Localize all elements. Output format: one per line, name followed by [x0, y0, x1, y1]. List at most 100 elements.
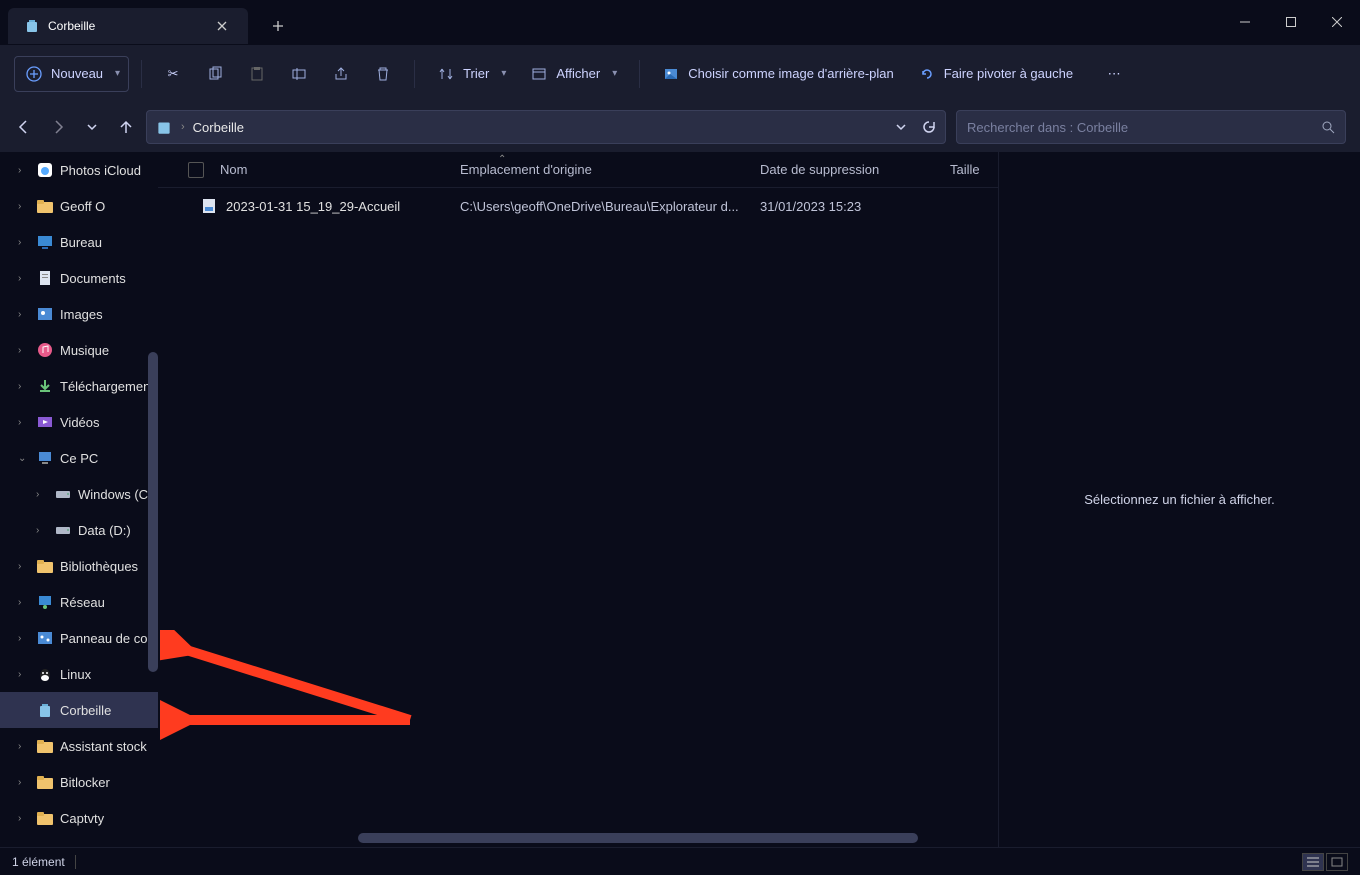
chevron-down-icon[interactable]: [895, 121, 907, 133]
expand-icon[interactable]: ›: [18, 669, 30, 680]
maximize-button[interactable]: [1268, 6, 1314, 38]
sidebar-item-captvty[interactable]: ›Captvty: [0, 800, 158, 836]
network-icon: [36, 593, 54, 611]
up-button[interactable]: [116, 117, 136, 137]
sidebar-scrollbar[interactable]: [148, 352, 158, 672]
expand-icon[interactable]: ›: [18, 237, 30, 248]
expand-icon[interactable]: ›: [18, 345, 30, 356]
cut-button[interactable]: ✂: [154, 56, 192, 92]
sidebar-item-geoff-o[interactable]: ›Geoff O: [0, 188, 158, 224]
sidebar-item-photos-icloud[interactable]: › Photos iCloud: [0, 152, 158, 188]
address-bar[interactable]: › Corbeille: [146, 110, 946, 144]
recent-button[interactable]: [82, 117, 102, 137]
column-name[interactable]: Nom ⌃: [158, 162, 448, 178]
search-bar[interactable]: [956, 110, 1346, 144]
sidebar-item-r-seau[interactable]: ›Réseau: [0, 584, 158, 620]
sidebar-item-bureau[interactable]: ›Bureau: [0, 224, 158, 260]
doc-icon: [36, 269, 54, 287]
file-icon: [200, 197, 218, 215]
expand-icon[interactable]: ›: [18, 381, 30, 392]
trash-icon: [374, 65, 392, 83]
file-list: Nom ⌃ Emplacement d'origine Date de supp…: [158, 152, 998, 847]
column-name-label: Nom: [220, 162, 247, 177]
breadcrumb-separator: ›: [181, 121, 185, 133]
expand-icon[interactable]: ›: [18, 561, 30, 572]
expand-icon[interactable]: ›: [18, 201, 30, 212]
expand-icon[interactable]: ›: [18, 633, 30, 644]
sidebar-item-corbeille[interactable]: Corbeille: [0, 692, 158, 728]
sidebar-item-t-l-chargemen[interactable]: ›Téléchargemen: [0, 368, 158, 404]
music-icon: [36, 341, 54, 359]
sidebar-item-windows-c-[interactable]: › Windows (C:): [0, 476, 158, 512]
copy-button[interactable]: [196, 56, 234, 92]
expand-icon[interactable]: ›: [18, 417, 30, 428]
search-icon: [1321, 120, 1335, 134]
sidebar-item-panneau-de-co[interactable]: ›Panneau de co: [0, 620, 158, 656]
new-tab-button[interactable]: [260, 8, 296, 44]
sidebar-item-label: Photos iCloud: [60, 163, 141, 178]
sidebar-item-assistant-stock[interactable]: ›Assistant stock: [0, 728, 158, 764]
column-origin[interactable]: Emplacement d'origine: [448, 162, 748, 177]
more-button[interactable]: ⋯: [1095, 56, 1133, 92]
sidebar-item-bitlocker[interactable]: ›Bitlocker: [0, 764, 158, 800]
expand-icon[interactable]: ›: [18, 777, 30, 788]
preview-empty-text: Sélectionnez un fichier à afficher.: [1084, 492, 1275, 507]
set-background-button[interactable]: Choisir comme image d'arrière-plan: [652, 56, 904, 92]
sidebar-item-ce-pc[interactable]: ⌄ Ce PC: [0, 440, 158, 476]
rename-button[interactable]: [280, 56, 318, 92]
forward-button[interactable]: [48, 117, 68, 137]
sidebar-item-data-d-[interactable]: › Data (D:): [0, 512, 158, 548]
view-button[interactable]: Afficher ▾: [520, 56, 627, 92]
expand-icon[interactable]: ›: [36, 525, 48, 536]
column-date[interactable]: Date de suppression: [748, 162, 938, 177]
titlebar: Corbeille: [0, 0, 1360, 44]
file-row[interactable]: 2023-01-31 15_19_29-AccueilC:\Users\geof…: [158, 188, 998, 224]
sidebar-item-documents[interactable]: ›Documents: [0, 260, 158, 296]
new-button[interactable]: Nouveau ▾: [14, 56, 129, 92]
sidebar-item-label: Ce PC: [60, 451, 98, 466]
horizontal-scrollbar[interactable]: [358, 833, 918, 843]
download-icon: [36, 377, 54, 395]
bin-icon: [36, 701, 54, 719]
refresh-icon[interactable]: [921, 119, 937, 135]
sidebar-item-label: Windows (C:): [78, 487, 156, 502]
sidebar: ›Photos iCloud›Geoff O›Bureau›Documents›…: [0, 152, 158, 847]
column-size[interactable]: Taille: [938, 162, 998, 177]
sidebar-item-images[interactable]: ›Images: [0, 296, 158, 332]
sidebar-item-label: Data (D:): [78, 523, 131, 538]
sidebar-item-linux[interactable]: ›Linux: [0, 656, 158, 692]
linux-icon: [36, 665, 54, 683]
select-all-checkbox[interactable]: [188, 162, 204, 178]
sidebar-item-musique[interactable]: ›Musique: [0, 332, 158, 368]
sidebar-item-biblioth-ques[interactable]: ›Bibliothèques: [0, 548, 158, 584]
expand-icon[interactable]: ›: [18, 309, 30, 320]
back-button[interactable]: [14, 117, 34, 137]
paste-button[interactable]: [238, 56, 276, 92]
sort-button[interactable]: Trier ▾: [427, 56, 516, 92]
sidebar-item-label: Vidéos: [60, 415, 100, 430]
icloud-icon: [36, 161, 54, 179]
tiles-view-button[interactable]: [1326, 853, 1348, 871]
details-view-button[interactable]: [1302, 853, 1324, 871]
expand-icon[interactable]: ⌄: [18, 453, 30, 464]
expand-icon[interactable]: ›: [36, 489, 48, 500]
expand-icon[interactable]: ›: [18, 273, 30, 284]
tab-close-button[interactable]: [208, 12, 236, 40]
share-button[interactable]: [322, 56, 360, 92]
tab-corbeille[interactable]: Corbeille: [8, 8, 248, 44]
delete-button[interactable]: [364, 56, 402, 92]
expand-icon[interactable]: ›: [18, 741, 30, 752]
rotate-left-button[interactable]: Faire pivoter à gauche: [908, 56, 1083, 92]
breadcrumb-current[interactable]: Corbeille: [193, 120, 887, 135]
folder-icon: [36, 557, 54, 575]
arrow-left-icon: [16, 119, 32, 135]
minimize-button[interactable]: [1222, 6, 1268, 38]
close-window-button[interactable]: [1314, 6, 1360, 38]
file-name: 2023-01-31 15_19_29-Accueil: [226, 199, 448, 214]
expand-icon[interactable]: ›: [18, 165, 30, 176]
expand-icon[interactable]: ›: [18, 597, 30, 608]
search-input[interactable]: [967, 120, 1321, 135]
close-icon: [217, 21, 227, 31]
sidebar-item-vid-os[interactable]: › Vidéos: [0, 404, 158, 440]
expand-icon[interactable]: ›: [18, 813, 30, 824]
